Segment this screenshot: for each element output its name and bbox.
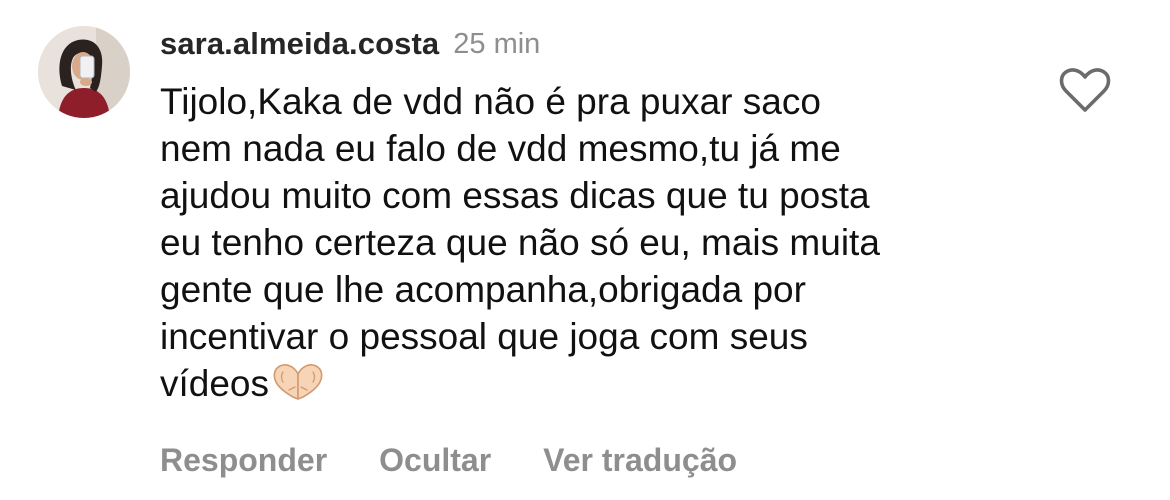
- username[interactable]: sara.almeida.costa: [160, 26, 439, 62]
- heart-outline-icon[interactable]: [1058, 66, 1112, 114]
- comment-item: sara.almeida.costa 25 min Tijolo,Kaka de…: [0, 0, 1170, 500]
- comment-actions: Responder Ocultar Ver tradução: [160, 438, 789, 482]
- reply-button[interactable]: Responder: [160, 442, 327, 479]
- comment-line: gente que lhe acompanha,obrigada por: [160, 269, 806, 310]
- timestamp: 25 min: [453, 27, 541, 60]
- translate-button[interactable]: Ver tradução: [543, 442, 737, 479]
- comment-text: Tijolo,Kaka de vdd não é pra puxar saco …: [160, 78, 1040, 407]
- comment-line: ajudou muito com essas dicas que tu post…: [160, 175, 870, 216]
- comment-line: vídeos: [160, 363, 270, 404]
- heart-hands-icon: [273, 364, 323, 400]
- comment-last-line: vídeos: [160, 360, 1040, 407]
- comment-line: nem nada eu falo de vdd mesmo,tu já me: [160, 128, 841, 169]
- comment-line: incentivar o pessoal que joga com seus: [160, 316, 808, 357]
- hide-button[interactable]: Ocultar: [379, 442, 491, 479]
- comment-line: Tijolo,Kaka de vdd não é pra puxar saco: [160, 81, 821, 122]
- comment-header: sara.almeida.costa 25 min: [160, 22, 540, 66]
- avatar[interactable]: [38, 26, 130, 118]
- comment-line: eu tenho certeza que não só eu, mais mui…: [160, 222, 880, 263]
- avatar-photo: [38, 26, 130, 118]
